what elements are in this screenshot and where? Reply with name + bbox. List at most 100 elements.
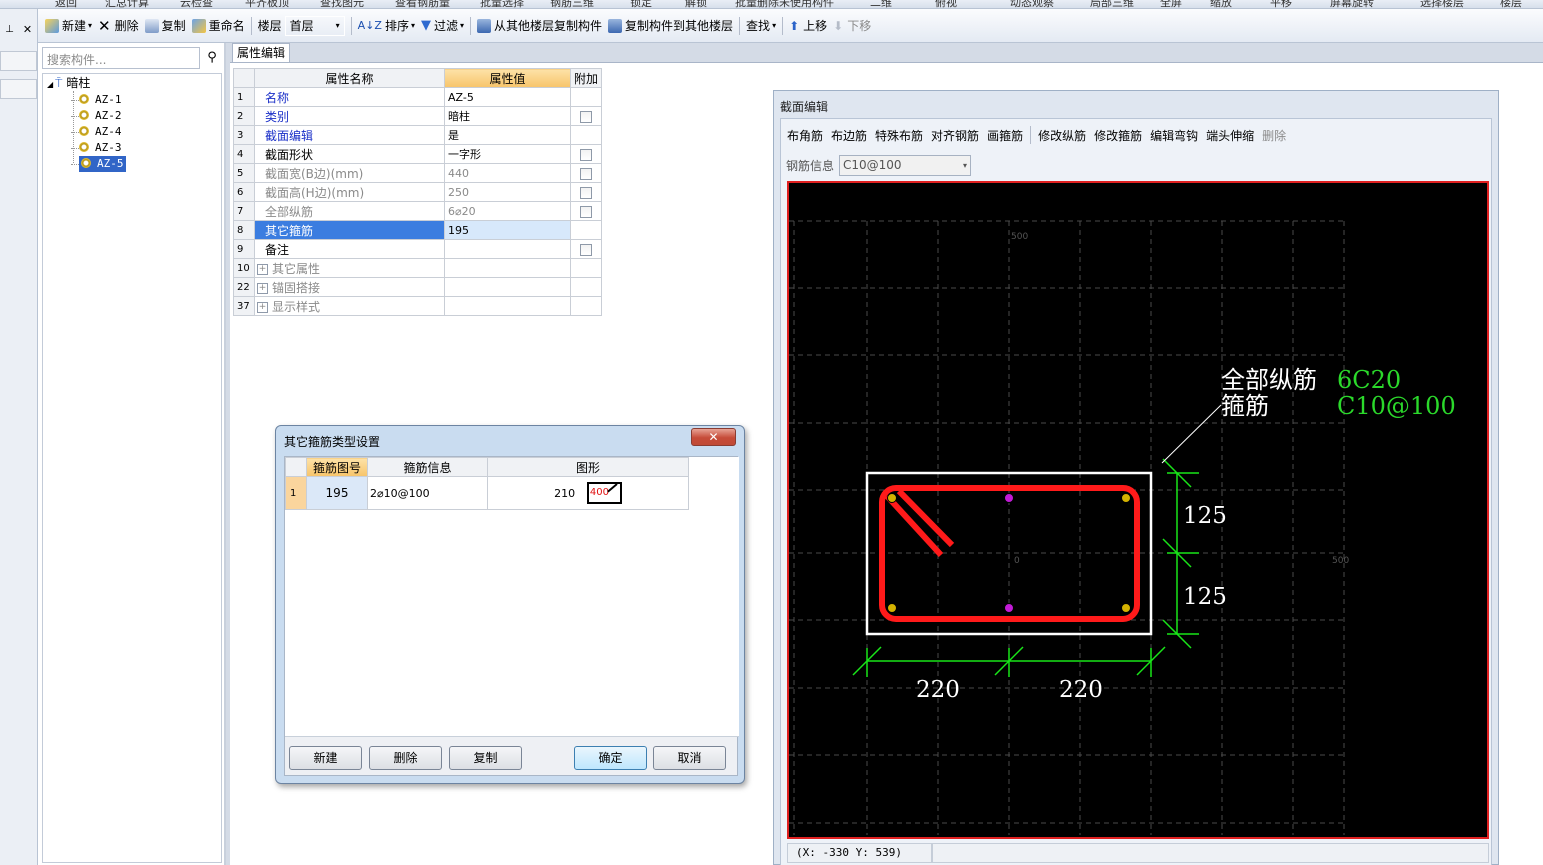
- tool-edit-stirrup[interactable]: 修改箍筋: [1090, 123, 1146, 147]
- property-row[interactable]: 5 截面宽(B边)(mm) 440: [233, 163, 603, 183]
- pin-icon[interactable]: ⊥: [2, 22, 17, 37]
- ribbon-item[interactable]: 屏幕旋转: [1330, 0, 1374, 8]
- property-value[interactable]: 是: [444, 125, 571, 145]
- table-row[interactable]: 1 195 2⌀10@100 210 400: [285, 476, 689, 510]
- property-row[interactable]: 10 + 其它属性: [233, 258, 603, 278]
- ribbon-item[interactable]: 云检查: [180, 0, 213, 8]
- tool-delete[interactable]: 删除: [1258, 123, 1290, 147]
- ribbon-item[interactable]: 锁定: [630, 0, 652, 8]
- tool-draw-stirrup[interactable]: 画箍筋: [983, 123, 1027, 147]
- tool-corner-rebar[interactable]: 布角筋: [783, 123, 827, 147]
- find-button[interactable]: 查找 ▾: [743, 14, 779, 38]
- extra-checkbox[interactable]: [580, 205, 592, 218]
- property-value[interactable]: 6⌀20: [444, 201, 571, 221]
- ribbon-item[interactable]: 查看钢筋量: [395, 0, 450, 8]
- tool-align-rebar[interactable]: 对齐钢筋: [927, 123, 983, 147]
- extra-checkbox[interactable]: [580, 148, 592, 161]
- ribbon-item[interactable]: 批量删除未使用构件: [735, 0, 834, 8]
- expand-icon[interactable]: +: [257, 263, 268, 275]
- tool-special-rebar[interactable]: 特殊布筋: [871, 123, 927, 147]
- dialog-close-button[interactable]: ✕: [691, 428, 736, 446]
- rail-tab[interactable]: [0, 51, 37, 71]
- copy-button[interactable]: 复制: [449, 746, 522, 770]
- ribbon-item[interactable]: 查找图元: [320, 0, 364, 8]
- property-row[interactable]: 6 截面高(H边)(mm) 250: [233, 182, 603, 202]
- new-button[interactable]: 新建: [289, 746, 362, 770]
- filter-button[interactable]: ▼ 过滤 ▾: [418, 14, 467, 38]
- extra-checkbox[interactable]: [580, 110, 592, 123]
- property-row[interactable]: 1 名称 AZ-5: [233, 87, 603, 107]
- tab-property-edit[interactable]: 属性编辑: [232, 43, 290, 63]
- property-row[interactable]: 22 + 锚固搭接: [233, 277, 603, 297]
- ribbon-item[interactable]: 汇总计算: [105, 0, 149, 8]
- expand-icon[interactable]: +: [257, 282, 268, 294]
- property-row[interactable]: 7 全部纵筋 6⌀20: [233, 201, 603, 221]
- tree-root[interactable]: ◢ ⍑ 暗柱: [47, 75, 90, 91]
- property-row[interactable]: 3 截面编辑 是: [233, 125, 603, 145]
- ribbon-item[interactable]: 平齐板顶: [245, 0, 289, 8]
- section-drawing[interactable]: 500 0 500 125 125 220 220 全部纵筋 6C20 箍筋 C…: [789, 183, 1487, 837]
- ribbon-item[interactable]: 解锁: [685, 0, 707, 8]
- expand-icon[interactable]: +: [257, 301, 268, 313]
- property-value[interactable]: 440: [444, 163, 571, 183]
- property-value[interactable]: 250: [444, 182, 571, 202]
- ribbon-item[interactable]: 钢筋三维: [550, 0, 594, 8]
- tool-end-stretch[interactable]: 端头伸缩: [1202, 123, 1258, 147]
- property-value[interactable]: 暗柱: [444, 106, 571, 126]
- property-row[interactable]: 4 截面形状 一字形: [233, 144, 603, 164]
- search-icon[interactable]: ⚲: [202, 47, 222, 69]
- move-up-button[interactable]: ⬆ 上移: [786, 14, 830, 38]
- extra-checkbox[interactable]: [580, 243, 592, 256]
- property-row[interactable]: 37 + 显示样式: [233, 296, 603, 316]
- search-input[interactable]: 搜索构件...: [42, 47, 200, 69]
- section-canvas[interactable]: 500 0 500 125 125 220 220 全部纵筋 6C20 箍筋 C…: [787, 181, 1489, 839]
- tool-edit-hook[interactable]: 编辑弯钩: [1146, 123, 1202, 147]
- sort-button[interactable]: A↓Z 排序 ▾: [355, 14, 418, 38]
- tool-edge-rebar[interactable]: 布边筋: [827, 123, 871, 147]
- ribbon-item[interactable]: 动态观察: [1010, 0, 1054, 8]
- property-value[interactable]: [444, 239, 571, 259]
- tree-item[interactable]: AZ-1: [71, 92, 122, 108]
- extra-checkbox[interactable]: [580, 186, 592, 199]
- copy-button[interactable]: 复制: [142, 14, 189, 38]
- copy-from-floor-button[interactable]: 从其他楼层复制构件: [474, 14, 605, 38]
- move-down-button[interactable]: ⬇ 下移: [830, 14, 874, 38]
- cell-shape[interactable]: 210 400: [487, 476, 689, 510]
- ribbon-item[interactable]: 楼层: [1500, 0, 1522, 8]
- extra-checkbox[interactable]: [580, 167, 592, 180]
- property-row[interactable]: 8 其它箍筋 195: [233, 220, 603, 240]
- cancel-button[interactable]: 取消: [653, 746, 726, 770]
- collapse-icon[interactable]: ◢: [47, 80, 53, 89]
- tree-item[interactable]: AZ-4: [71, 124, 122, 140]
- rename-button[interactable]: 重命名: [189, 14, 248, 38]
- property-value[interactable]: 一字形: [444, 144, 571, 164]
- property-value[interactable]: [444, 277, 571, 297]
- property-value[interactable]: 195: [444, 220, 571, 240]
- floor-select[interactable]: 首层 ▾: [284, 15, 345, 36]
- property-row[interactable]: 2 类别 暗柱: [233, 106, 603, 126]
- ribbon-item[interactable]: 全屏: [1160, 0, 1182, 8]
- ribbon-item[interactable]: 选择楼层: [1420, 0, 1464, 8]
- ribbon-item[interactable]: 批量选择: [480, 0, 524, 8]
- ribbon-item[interactable]: 缩放: [1210, 0, 1232, 8]
- ribbon-item[interactable]: 平移: [1270, 0, 1292, 8]
- ribbon-item[interactable]: 俯视: [935, 0, 957, 8]
- tree-item-selected[interactable]: AZ-5: [71, 156, 126, 172]
- delete-button[interactable]: ✕ 删除: [95, 14, 142, 38]
- tree-item[interactable]: AZ-2: [71, 108, 122, 124]
- ribbon-item[interactable]: 二维: [870, 0, 892, 8]
- property-value[interactable]: AZ-5: [444, 87, 571, 107]
- tool-edit-longitudinal[interactable]: 修改纵筋: [1034, 123, 1090, 147]
- ribbon-item[interactable]: 局部三维: [1090, 0, 1134, 8]
- close-icon[interactable]: ✕: [20, 22, 35, 37]
- rebar-info-select[interactable]: C10@100 ▾: [839, 154, 972, 176]
- cell-info[interactable]: 2⌀10@100: [367, 476, 488, 510]
- cell-code[interactable]: 195: [306, 476, 368, 510]
- delete-button[interactable]: 删除: [369, 746, 442, 770]
- property-value[interactable]: [444, 296, 571, 316]
- tree-item[interactable]: AZ-3: [71, 140, 122, 156]
- ok-button[interactable]: 确定: [574, 746, 647, 770]
- copy-to-floor-button[interactable]: 复制构件到其他楼层: [605, 14, 736, 38]
- property-value[interactable]: [444, 258, 571, 278]
- new-button[interactable]: 新建 ▾: [42, 14, 95, 38]
